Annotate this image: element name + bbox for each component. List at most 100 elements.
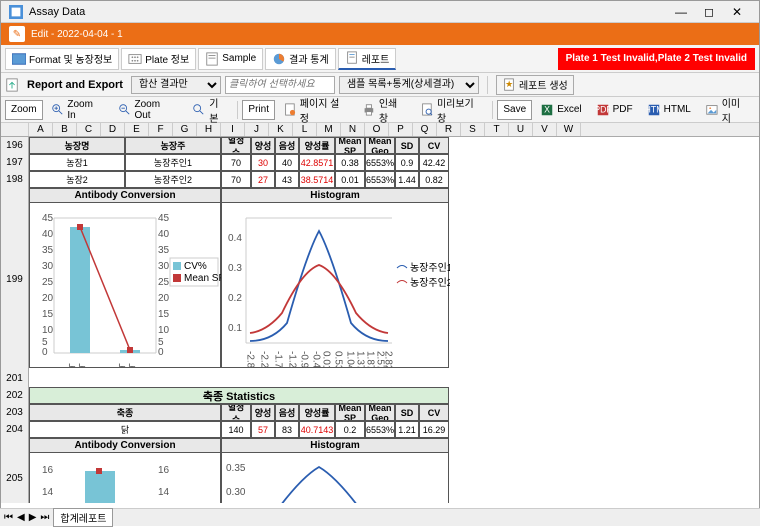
svg-text:25: 25 <box>42 277 54 288</box>
save-pdf-button[interactable]: PDFPDF <box>590 100 639 120</box>
save-html-button[interactable]: HTMHTML <box>641 100 697 120</box>
svg-text:-1.249: -1.249 <box>287 351 298 367</box>
chart-antibody-2: Antibody Conversion 161412 161412 <box>29 438 221 503</box>
chart-histogram-1: Histogram 0.40.30.20.1 농장주인1 농장주인2 -2.80… <box>221 188 449 368</box>
edit-bar: ✎ Edit - 2022-04-04 - 1 <box>1 23 759 45</box>
svg-text:15: 15 <box>158 309 170 320</box>
zoom-default-icon <box>192 103 206 117</box>
save-image-button[interactable]: 이미지 <box>699 100 755 120</box>
nav-last-icon[interactable]: ⏭ <box>40 512 49 523</box>
svg-text:14: 14 <box>42 487 54 498</box>
svg-text:농장주인2: 농장주인2 <box>410 277 450 289</box>
spreadsheet-area[interactable]: AB CD EF GH IJ KL MN OP QR ST UV W 196 농… <box>1 123 759 503</box>
svg-text:45: 45 <box>42 213 54 224</box>
tab-format[interactable]: Format 및 농장정보 <box>5 48 119 70</box>
zoom-in-icon <box>51 103 65 117</box>
tab-plate[interactable]: Plate 정보 <box>121 48 196 70</box>
table-row: 198 농장2 농장주인2 70 27 43 38.5714 0.01 6553… <box>1 171 759 188</box>
svg-text:16: 16 <box>158 465 170 476</box>
listmode-select[interactable]: 샘플 목록+통계(상세결과) <box>339 76 479 94</box>
svg-text:0.4: 0.4 <box>228 233 242 244</box>
preview-icon <box>420 103 434 117</box>
chart-antibody-1: Antibody Conversion 454035 302520 151050… <box>29 188 221 368</box>
zoom-label: Zoom <box>5 100 43 120</box>
svg-text:35: 35 <box>158 245 170 256</box>
generate-report-button[interactable]: ★ 레포트 생성 <box>496 75 574 95</box>
tab-report[interactable]: 레포트 <box>338 48 397 70</box>
sample-icon <box>205 52 219 66</box>
report-toolbar: Report and Export 합산 결과만 샘플 목록+통계(상세결과) … <box>1 73 759 97</box>
zoom-default-button[interactable]: 기본 <box>186 100 233 120</box>
image-icon <box>705 103 719 117</box>
print-label: Print <box>242 100 275 120</box>
print-button[interactable]: 인쇄창 <box>356 100 412 120</box>
zoom-out-button[interactable]: Zoom Out <box>112 100 185 120</box>
nav-prev-icon[interactable]: ◀ <box>17 512 25 523</box>
svg-text:45: 45 <box>158 213 170 224</box>
svg-text:0.012: 0.012 <box>321 351 332 367</box>
minimize-button[interactable]: — <box>667 3 695 21</box>
scope-select[interactable]: 합산 결과만 <box>131 76 221 94</box>
svg-text:-1.767: -1.767 <box>273 351 284 367</box>
sheet-tab[interactable]: 합계레포트 <box>53 508 113 527</box>
svg-text:-0.963: -0.963 <box>299 351 310 367</box>
printer-icon <box>362 103 376 117</box>
window-titlebar: Assay Data — ◻ ✕ <box>1 1 759 23</box>
pdf-icon: PDF <box>596 103 610 117</box>
save-excel-button[interactable]: XExcel <box>534 100 587 120</box>
spacer-row: 201 <box>1 370 759 387</box>
excel-icon: X <box>540 103 554 117</box>
svg-text:14: 14 <box>158 487 170 498</box>
svg-text:25: 25 <box>158 277 170 288</box>
app-icon <box>9 5 23 19</box>
table-row: 204 닭 140 57 83 40.7143 0.2 6553% 1.21 1… <box>1 421 759 438</box>
svg-text:-2.804: -2.804 <box>245 351 256 367</box>
test-invalid-alert: Plate 1 Test Invalid,Plate 2 Test Invali… <box>558 48 755 70</box>
section-header-row: 202 축종 Statistics <box>1 387 759 404</box>
svg-text:-2.286: -2.286 <box>259 351 270 367</box>
table-header-row: 196 농장명 농장주 혈청수 양성 음성 양성률 Mean SP Mean G… <box>1 137 759 154</box>
svg-text:0.2: 0.2 <box>228 293 242 304</box>
svg-text:10: 10 <box>158 325 170 336</box>
table-row: 197 농장1 농장주인1 70 30 40 42.8571 0.38 6553… <box>1 154 759 171</box>
maximize-button[interactable]: ◻ <box>695 3 723 21</box>
svg-text:0.30: 0.30 <box>226 487 246 498</box>
chart-row-2: 205 Antibody Conversion 161412 161412 Hi… <box>1 438 759 503</box>
html-icon: HTM <box>647 103 661 117</box>
plate-icon <box>128 52 142 66</box>
svg-text:30: 30 <box>42 261 54 272</box>
page-setup-button[interactable]: 페이지 설정 <box>277 100 354 120</box>
table-header-row: 203 축종 혈청수 양성 음성 양성률 Mean SP Mean Geo SD… <box>1 404 759 421</box>
report-icon <box>345 51 359 65</box>
doc-star-icon: ★ <box>502 78 516 92</box>
svg-text:20: 20 <box>42 293 54 304</box>
svg-text:0.3: 0.3 <box>228 263 242 274</box>
zoom-in-button[interactable]: Zoom In <box>45 100 110 120</box>
svg-text:40: 40 <box>42 229 54 240</box>
svg-text:30: 30 <box>158 261 170 272</box>
svg-text:PDF: PDF <box>596 104 610 114</box>
svg-text:0: 0 <box>42 347 48 358</box>
report-export-label: Report and Export <box>23 79 127 91</box>
nav-first-icon[interactable]: ⏮ <box>4 512 13 523</box>
svg-text:농장주인1: 농장주인1 <box>75 363 87 367</box>
nav-next-icon[interactable]: ▶ <box>29 512 37 523</box>
svg-text:X: X <box>544 104 550 114</box>
svg-text:0: 0 <box>158 347 164 358</box>
click-select-input[interactable] <box>225 76 335 94</box>
svg-text:0.35: 0.35 <box>226 463 246 474</box>
export-icon <box>5 78 19 92</box>
tab-sample[interactable]: Sample <box>198 48 263 70</box>
chart-row-1: 199 Antibody Conversion 454035 302520 15… <box>1 188 759 370</box>
chart-histogram-2: Histogram 0.350.30 <box>221 438 449 503</box>
zoom-out-icon <box>118 103 132 117</box>
svg-text:10: 10 <box>42 325 54 336</box>
svg-text:35: 35 <box>42 245 54 256</box>
sheet-tab-bar: ⏮ ◀ ▶ ⏭ 합계레포트 <box>0 508 760 526</box>
preview-button[interactable]: 미리보기창 <box>414 100 488 120</box>
save-label: Save <box>497 100 532 120</box>
close-button[interactable]: ✕ <box>723 3 751 21</box>
svg-text:HTM: HTM <box>647 104 661 114</box>
svg-text:Mean SP: Mean SP <box>184 273 222 284</box>
tab-result[interactable]: 결과 통계 <box>265 48 336 70</box>
